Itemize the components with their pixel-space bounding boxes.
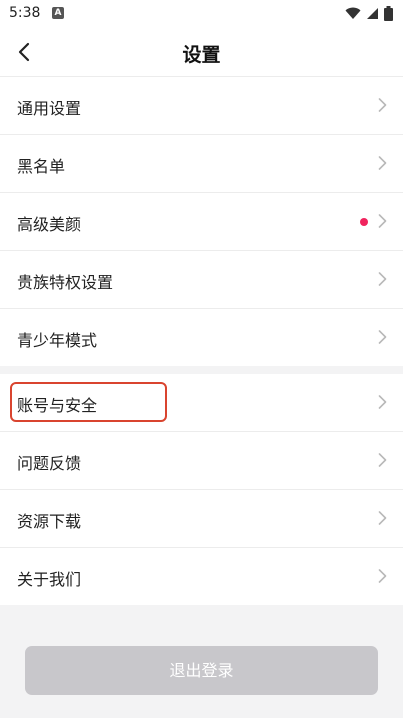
page-title: 设置 xyxy=(182,44,221,66)
settings-group-2: 账号与安全 问题反馈 资源下载 关于我们 xyxy=(0,374,403,605)
nav-bar: 设置 xyxy=(0,28,403,77)
signal-icon xyxy=(367,8,378,19)
settings-row-noble-privileges[interactable]: 贵族特权设置 xyxy=(0,251,403,309)
chevron-right-icon xyxy=(378,453,387,467)
chevron-right-icon xyxy=(378,272,387,286)
wifi-icon xyxy=(345,7,361,19)
chevron-right-icon xyxy=(378,511,387,525)
chevron-right-icon xyxy=(378,569,387,583)
settings-row-general[interactable]: 通用设置 xyxy=(0,77,403,135)
row-label: 黑名单 xyxy=(17,157,66,176)
chevron-right-icon xyxy=(378,156,387,170)
status-bar: 5:38 A xyxy=(0,0,403,28)
battery-icon xyxy=(384,6,393,21)
chevron-right-icon xyxy=(378,330,387,344)
settings-row-feedback[interactable]: 问题反馈 xyxy=(0,432,403,490)
settings-row-blacklist[interactable]: 黑名单 xyxy=(0,135,403,193)
settings-row-teen-mode[interactable]: 青少年模式 xyxy=(0,309,403,366)
settings-row-account-security[interactable]: 账号与安全 xyxy=(0,374,403,432)
settings-row-resource-download[interactable]: 资源下载 xyxy=(0,490,403,548)
row-label: 青少年模式 xyxy=(17,331,98,350)
row-label: 高级美颜 xyxy=(17,215,82,234)
row-label: 资源下载 xyxy=(17,512,82,531)
row-label: 贵族特权设置 xyxy=(17,273,114,292)
new-indicator-dot xyxy=(360,218,368,226)
settings-row-about-us[interactable]: 关于我们 xyxy=(0,548,403,605)
settings-group-1: 通用设置 黑名单 高级美颜 贵族特权设置 青少年模式 xyxy=(0,77,403,366)
status-time: 5:38 xyxy=(9,5,41,21)
chevron-right-icon xyxy=(378,214,387,228)
row-label: 账号与安全 xyxy=(17,396,98,415)
status-icons xyxy=(345,6,393,21)
settings-row-advanced-beauty[interactable]: 高级美颜 xyxy=(0,193,403,251)
chevron-right-icon xyxy=(378,395,387,409)
row-label: 问题反馈 xyxy=(17,454,82,473)
a-notification-icon: A xyxy=(52,7,64,19)
chevron-right-icon xyxy=(378,98,387,112)
logout-button[interactable]: 退出登录 xyxy=(25,646,378,695)
row-label: 关于我们 xyxy=(17,570,82,589)
row-label: 通用设置 xyxy=(17,99,82,118)
